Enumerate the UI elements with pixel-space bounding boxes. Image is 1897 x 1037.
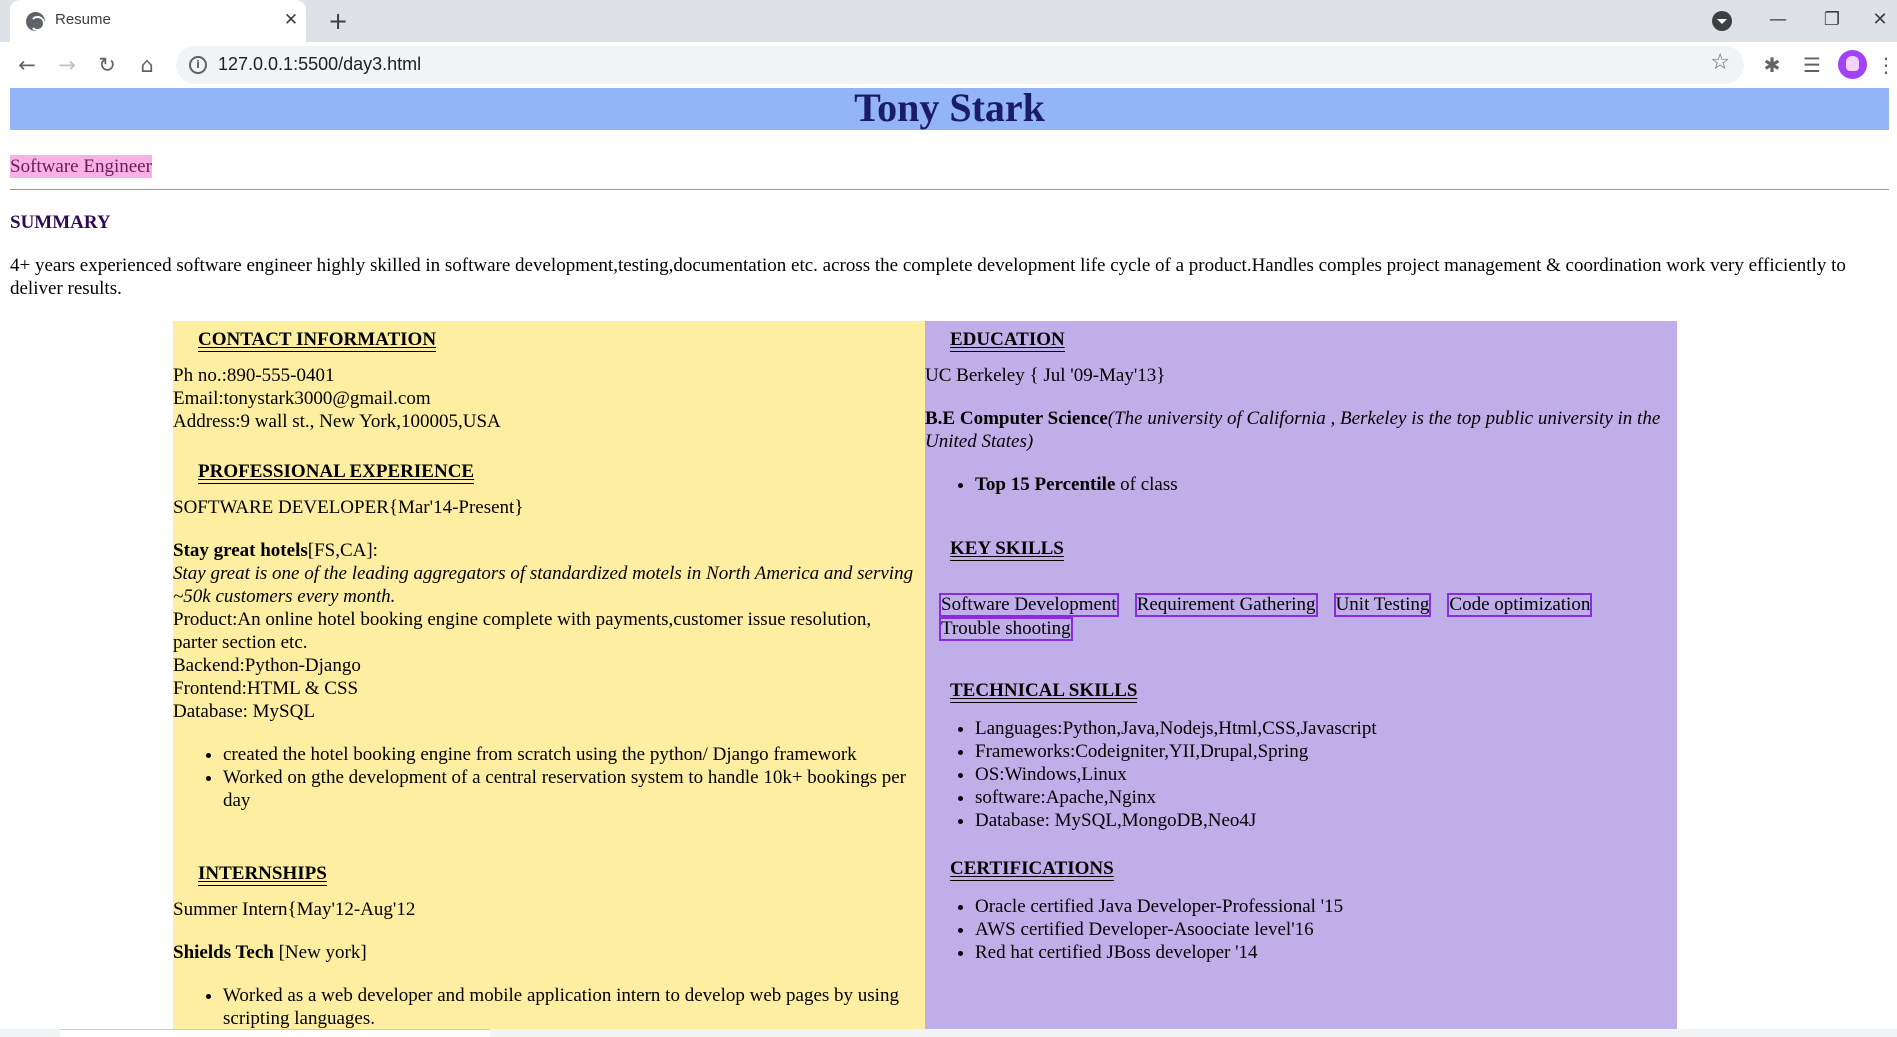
address-bar[interactable]: i 127.0.0.1:5500/day3.html ☆ [176, 46, 1744, 84]
company-description: Stay great is one of the leading aggrega… [173, 563, 914, 607]
restore-icon[interactable]: ❐ [1812, 6, 1852, 34]
media-control-icon[interactable]: ☰ [1797, 50, 1827, 80]
url-text[interactable]: 127.0.0.1:5500/day3.html [218, 54, 421, 75]
tab-title: Resume [55, 11, 111, 28]
tab-strip: Resume ✕ + — ❐ ✕ [0, 0, 1897, 42]
database-text: Database: MySQL [173, 701, 315, 722]
company-location: [FS,CA]: [307, 540, 378, 561]
list-item: Languages:Python,Java,Nodejs,Html,CSS,Ja… [975, 717, 1665, 740]
list-item: Top 15 Percentile of class [975, 473, 1665, 496]
reload-icon[interactable]: ↻ [92, 50, 122, 80]
resume-name: Tony Stark [854, 88, 1045, 130]
intern-company-line: Shields Tech [New york] [173, 941, 367, 964]
forward-icon[interactable]: → [52, 50, 82, 80]
technical-skills-list: Languages:Python,Java,Nodejs,Html,CSS,Ja… [925, 717, 1665, 832]
internship-list: Worked as a web developer and mobile app… [173, 984, 913, 1029]
contact-phone: Ph no.:890-555-0401 [173, 365, 335, 386]
toolbar: ← → ↻ ⌂ i 127.0.0.1:5500/day3.html ☆ ✱ ☰… [0, 42, 1897, 88]
percentile-rest: of class [1115, 474, 1178, 495]
education-list: Top 15 Percentile of class [925, 473, 1665, 496]
skill-tag: Software Development [939, 593, 1119, 617]
intern-location: [New york] [273, 942, 367, 963]
left-column: CONTACT INFORMATION Ph no.:890-555-0401 … [173, 321, 925, 1029]
minimize-icon[interactable]: — [1758, 6, 1798, 34]
contact-address: Address:9 wall st., New York,100005,USA [173, 411, 501, 432]
list-item: OS:Windows,Linux [975, 763, 1665, 786]
key-skills-heading: KEY SKILLS [950, 538, 1064, 561]
scroll-thumb[interactable] [60, 1029, 490, 1037]
intern-title: Summer Intern{May'12-Aug'12 [173, 899, 416, 920]
info-icon[interactable]: i [189, 56, 207, 74]
certifications-list: Oracle certified Java Developer-Professi… [925, 895, 1665, 964]
skill-tag: Trouble shooting [939, 617, 1073, 641]
home-icon[interactable]: ⌂ [132, 50, 162, 80]
list-item: software:Apache,Nginx [975, 786, 1665, 809]
bookmark-star-icon[interactable]: ☆ [1710, 50, 1730, 75]
intern-company: Shields Tech [173, 942, 274, 963]
contact-email: Email:tonystark3000@gmail.com [173, 388, 431, 409]
browser-chrome: Resume ✕ + — ❐ ✕ ← → ↻ ⌂ i 127.0.0.1:550… [0, 0, 1897, 88]
extensions-icon[interactable]: ✱ [1757, 50, 1787, 80]
back-icon[interactable]: ← [12, 50, 42, 80]
close-window-icon[interactable]: ✕ [1860, 6, 1897, 34]
list-item: Worked as a web developer and mobile app… [223, 984, 913, 1029]
certifications-heading: CERTIFICATIONS [950, 858, 1114, 881]
skill-tag: Requirement Gathering [1134, 593, 1318, 617]
product-text: Product:An online hotel booking engine c… [173, 609, 872, 653]
summary-text: 4+ years experienced software engineer h… [10, 255, 1846, 299]
tab-resume[interactable]: Resume ✕ [10, 0, 306, 42]
page-content: Tony Stark Software Engineer SUMMARY 4+ … [0, 88, 1897, 1029]
school-text: UC Berkeley { Jul '09-May'13} [925, 365, 1166, 386]
technical-skills-heading: TECHNICAL SKILLS [950, 680, 1138, 703]
horizontal-scrollbar[interactable] [0, 1029, 1897, 1037]
key-skills-list: Software Development Requirement Gatherin… [939, 593, 1659, 641]
list-item: Worked on gthe development of a central … [223, 766, 918, 812]
menu-icon[interactable]: ⋮ [1876, 50, 1896, 80]
profile-avatar[interactable] [1838, 50, 1867, 79]
name-banner: Tony Stark [10, 88, 1889, 130]
internships-heading: INTERNSHIPS [198, 863, 327, 886]
backend-text: Backend:Python-Django [173, 655, 361, 676]
contact-heading: CONTACT INFORMATION [198, 329, 437, 352]
globe-icon [26, 12, 45, 31]
role-title: Software Engineer [10, 155, 152, 178]
job-title: SOFTWARE DEVELOPER{Mar'14-Present} [173, 497, 524, 518]
degree-name: B.E Computer Science [925, 408, 1108, 429]
skill-tag: Code optimization [1447, 593, 1593, 617]
list-item: Red hat certified JBoss developer '14 [975, 941, 1665, 964]
list-item: Oracle certified Java Developer-Professi… [975, 895, 1665, 918]
close-tab-icon[interactable]: ✕ [280, 9, 302, 31]
list-item: Database: MySQL,MongoDB,Neo4J [975, 809, 1665, 832]
education-heading: EDUCATION [950, 329, 1065, 352]
skill-tag: Unit Testing [1333, 593, 1432, 617]
company-name: Stay great hotels [173, 540, 308, 561]
summary-heading: SUMMARY [10, 212, 111, 233]
experience-heading: PROFESSIONAL EXPERIENCE [198, 461, 475, 484]
list-item: AWS certified Developer-Asoociate level'… [975, 918, 1665, 941]
company-line: Stay great hotels[FS,CA]: [173, 539, 378, 562]
divider [10, 189, 1889, 190]
percentile-bold: Top 15 Percentile [975, 474, 1116, 495]
frontend-text: Frontend:HTML & CSS [173, 678, 359, 699]
list-item: created the hotel booking engine from sc… [223, 743, 918, 766]
experience-list: created the hotel booking engine from sc… [173, 743, 918, 812]
list-item: Frameworks:Codeigniter,YII,Drupal,Spring [975, 740, 1665, 763]
degree-line: B.E Computer Science(The university of C… [925, 407, 1670, 453]
right-column: EDUCATION UC Berkeley { Jul '09-May'13} … [925, 321, 1677, 1029]
tab-search-icon[interactable] [1712, 11, 1732, 31]
new-tab-button[interactable]: + [325, 8, 351, 34]
